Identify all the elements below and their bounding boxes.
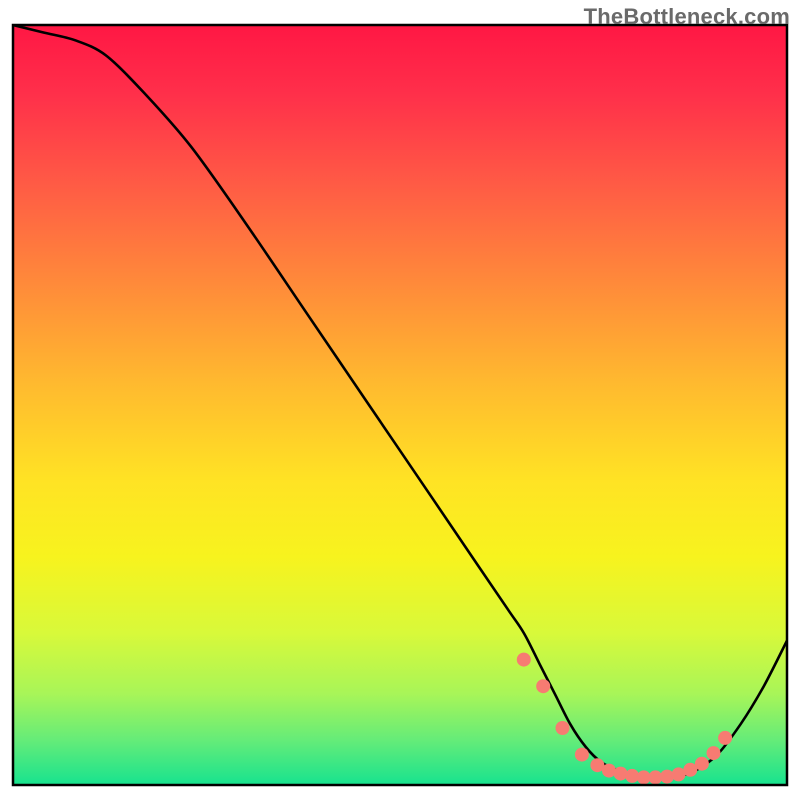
- gradient-background: [13, 25, 787, 785]
- curve-marker: [718, 731, 732, 745]
- curve-marker: [556, 721, 570, 735]
- bottleneck-chart: [0, 0, 800, 800]
- curve-marker: [707, 746, 721, 760]
- curve-marker: [660, 770, 674, 784]
- curve-marker: [614, 767, 628, 781]
- curve-marker: [536, 679, 550, 693]
- watermark-label: TheBottleneck.com: [584, 4, 790, 30]
- curve-marker: [575, 748, 589, 762]
- curve-marker: [695, 757, 709, 771]
- chart-container: TheBottleneck.com: [0, 0, 800, 800]
- curve-marker: [517, 653, 531, 667]
